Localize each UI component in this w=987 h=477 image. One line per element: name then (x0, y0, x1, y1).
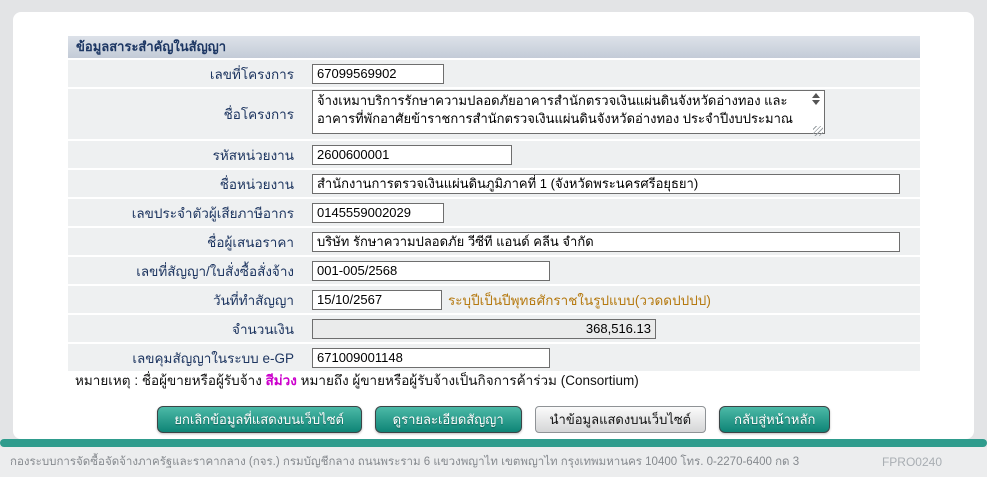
back-to-main-button[interactable]: กลับสู่หน้าหลัก (719, 406, 830, 433)
cancel-web-display-button[interactable]: ยกเลิกข้อมูลที่แสดงบนเว็บไซต์ (157, 406, 362, 433)
amount-input[interactable] (312, 319, 656, 339)
row-agency-name: ชื่อหน่วยงาน (68, 170, 920, 197)
bidder-name-label: ชื่อผู้เสนอราคา (68, 231, 306, 253)
section-header: ข้อมูลสาระสำคัญในสัญญา (68, 36, 920, 58)
row-project-id: เลขที่โครงการ (68, 60, 920, 87)
row-egp-contract-id: เลขคุมสัญญาในระบบ e-GP (68, 344, 920, 371)
row-agency-code: รหัสหน่วยงาน (68, 141, 920, 168)
project-id-label: เลขที่โครงการ (68, 63, 306, 85)
agency-code-input[interactable] (312, 145, 512, 165)
agency-code-label: รหัสหน่วยงาน (68, 144, 306, 166)
project-name-textarea[interactable]: จ้างเหมาบริการรักษาความปลอดภัยอาคารสำนัก… (312, 90, 825, 134)
contract-number-input[interactable] (312, 261, 550, 281)
resize-grip-icon[interactable] (813, 126, 823, 136)
consortium-remark: หมายเหตุ : ชื่อผู้ขายหรือผู้รับจ้าง สีม่… (75, 369, 639, 391)
bidder-name-input[interactable] (312, 232, 900, 252)
view-contract-detail-button[interactable]: ดูรายละเอียดสัญญา (375, 406, 522, 433)
egp-contract-id-input[interactable] (312, 348, 550, 368)
contract-date-input[interactable] (312, 290, 442, 310)
remark-suffix: หมายถึง ผู้ขายหรือผู้รับจ้างเป็นกิจการค้… (297, 373, 639, 388)
project-id-input[interactable] (312, 64, 444, 84)
footer-bar: กองระบบการจัดซื้อจัดจ้างภาครัฐและราคากลา… (0, 447, 987, 477)
action-button-bar: ยกเลิกข้อมูลที่แสดงบนเว็บไซต์ ดูรายละเอี… (13, 406, 974, 433)
row-project-name: ชื่อโครงการ จ้างเหมาบริการรักษาความปลอดภ… (68, 89, 920, 139)
taxpayer-id-label: เลขประจำตัวผู้เสียภาษีอากร (68, 202, 306, 224)
row-amount: จำนวนเงิน (68, 315, 920, 342)
contract-date-label: วันที่ทำสัญญา (68, 289, 306, 311)
scroll-up-icon[interactable] (812, 93, 820, 98)
remark-prefix: หมายเหตุ : ชื่อผู้ขายหรือผู้รับจ้าง (75, 373, 266, 388)
egp-contract-id-label: เลขคุมสัญญาในระบบ e-GP (68, 347, 306, 369)
publish-web-display-button[interactable]: นำข้อมูลแสดงบนเว็บไซต์ (535, 406, 706, 433)
footer-divider (0, 439, 987, 447)
content-panel: ข้อมูลสาระสำคัญในสัญญา เลขที่โครงการ ชื่… (13, 12, 974, 439)
row-contract-date: วันที่ทำสัญญา ระบุปีเป็นปีพุทธศักราชในรู… (68, 286, 920, 313)
project-name-label: ชื่อโครงการ (68, 103, 306, 125)
scroll-down-icon[interactable] (812, 100, 820, 105)
contract-number-label: เลขที่สัญญา/ใบสั่งซื้อสั่งจ้าง (68, 260, 306, 282)
agency-name-input[interactable] (312, 174, 900, 194)
date-format-note: ระบุปีเป็นปีพุทธศักราชในรูปแบบ(ววดดปปปป) (448, 289, 711, 311)
row-bidder-name: ชื่อผู้เสนอราคา (68, 228, 920, 255)
agency-name-label: ชื่อหน่วยงาน (68, 173, 306, 195)
egp-contract-summary-page: { "form": { "header": "ข้อมูลสาระสำคัญใน… (0, 0, 987, 477)
row-contract-number: เลขที่สัญญา/ใบสั่งซื้อสั่งจ้าง (68, 257, 920, 284)
taxpayer-id-input[interactable] (312, 203, 444, 223)
screen-code: FPRO0240 (882, 455, 942, 469)
footer-address: กองระบบการจัดซื้อจัดจ้างภาครัฐและราคากลา… (10, 453, 799, 471)
row-taxpayer-id: เลขประจำตัวผู้เสียภาษีอากร (68, 199, 920, 226)
textarea-scrollbar[interactable] (810, 93, 821, 105)
amount-label: จำนวนเงิน (68, 318, 306, 340)
contract-summary-form: ข้อมูลสาระสำคัญในสัญญา เลขที่โครงการ ชื่… (68, 36, 920, 371)
remark-highlight: สีม่วง (266, 373, 297, 388)
